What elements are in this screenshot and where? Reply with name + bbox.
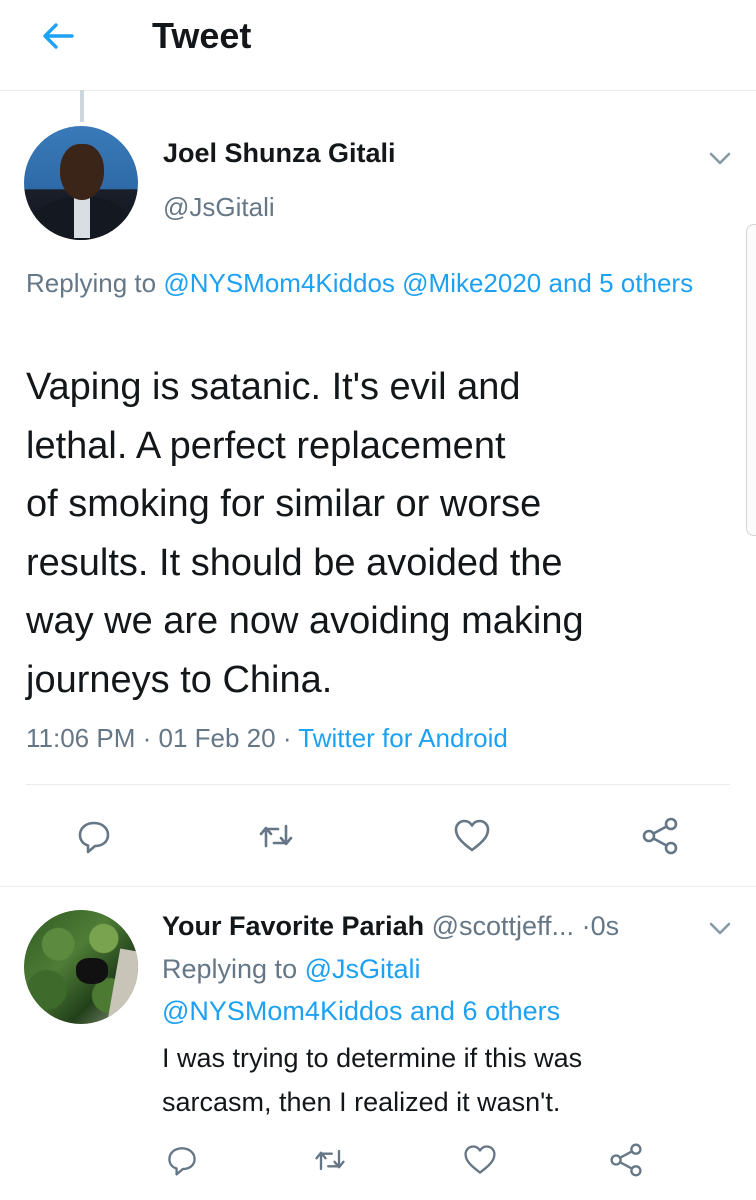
retweet-button[interactable] bbox=[252, 812, 300, 860]
tweet-text-line: results. It should be avoided the bbox=[26, 541, 563, 584]
like-icon bbox=[464, 1145, 496, 1174]
tweet-text-line: journeys to China. bbox=[26, 658, 333, 701]
share-icon bbox=[610, 1143, 642, 1177]
avatar[interactable] bbox=[24, 910, 138, 1024]
reply-text-line: sarcasm, then I realized it wasn't. bbox=[162, 1087, 561, 1117]
back-button[interactable] bbox=[34, 12, 82, 60]
chevron-down-icon bbox=[709, 922, 731, 935]
tweet-text: Vaping is satanic. It's evil and lethal.… bbox=[26, 358, 726, 709]
reply-time: 0s bbox=[590, 911, 620, 941]
divider bbox=[26, 784, 730, 785]
retweet-button[interactable] bbox=[306, 1136, 354, 1184]
meta-separator: · bbox=[282, 723, 292, 753]
reply-header: Your Favorite Pariah @scottjeff... ·0s bbox=[162, 906, 702, 946]
retweet-icon bbox=[259, 824, 293, 848]
like-button[interactable] bbox=[448, 812, 496, 860]
author-name[interactable]: Joel Shunza Gitali bbox=[163, 138, 396, 169]
replying-to-label: Replying to bbox=[162, 954, 305, 984]
tweet-source-link[interactable]: Twitter for Android bbox=[298, 723, 508, 753]
replying-to: Replying to @NYSMom4Kiddos @Mike2020 and… bbox=[26, 262, 746, 304]
retweet-icon bbox=[315, 1149, 345, 1171]
share-button[interactable] bbox=[636, 812, 684, 860]
thread-connector-line bbox=[80, 90, 84, 122]
meta-separator: · bbox=[142, 723, 152, 753]
author-handle[interactable]: @JsGitali bbox=[163, 192, 275, 223]
tweet-text-line: Vaping is satanic. It's evil and bbox=[26, 366, 521, 408]
mention-link[interactable]: @NYSMom4Kiddos bbox=[163, 268, 395, 298]
page-title: Tweet bbox=[152, 15, 252, 56]
avatar[interactable] bbox=[24, 126, 138, 240]
reply-button[interactable] bbox=[158, 1136, 206, 1184]
tweet-time: 11:06 PM bbox=[26, 723, 136, 753]
share-icon bbox=[642, 817, 678, 855]
reply-author-name[interactable]: Your Favorite Pariah bbox=[162, 911, 424, 941]
share-button[interactable] bbox=[602, 1136, 650, 1184]
chevron-down-icon bbox=[709, 152, 731, 165]
reply-text-line: I was trying to determine if this was bbox=[162, 1043, 583, 1073]
arrow-left-icon bbox=[43, 23, 74, 49]
like-icon bbox=[454, 819, 490, 852]
reply-text: I was trying to determine if this was sa… bbox=[162, 1036, 732, 1124]
others-link[interactable]: and 5 others bbox=[549, 268, 694, 298]
replying-to-label: Replying to bbox=[26, 268, 164, 298]
tweet-text-line: of smoking for similar or worse bbox=[26, 483, 542, 525]
top-app-bar: Tweet bbox=[0, 0, 756, 91]
reply-options-button[interactable] bbox=[702, 910, 738, 946]
tweet-options-button[interactable] bbox=[702, 140, 738, 176]
mention-link[interactable]: @Mike2020 bbox=[402, 268, 541, 298]
meta-separator: · bbox=[581, 911, 591, 941]
divider bbox=[0, 886, 756, 887]
reply-icon bbox=[78, 821, 110, 854]
reply-replying-to: Replying to @JsGitali @NYSMom4Kiddos and… bbox=[162, 948, 732, 1032]
tweet-meta: 11:06 PM · 01 Feb 20 · Twitter for Andro… bbox=[26, 716, 726, 760]
reply-button[interactable] bbox=[70, 812, 118, 860]
reply-author-handle[interactable]: @scottjeff... bbox=[432, 911, 574, 941]
tweet-text-line: lethal. A perfect replacement bbox=[26, 424, 506, 467]
mention-link[interactable]: @NYSMom4Kiddos and 6 others bbox=[162, 990, 732, 1032]
reply-icon bbox=[168, 1147, 196, 1176]
tweet-text-line: way we are now avoiding making bbox=[26, 600, 584, 642]
like-button[interactable] bbox=[456, 1136, 504, 1184]
scroll-indicator[interactable] bbox=[746, 224, 756, 536]
tweet-date: 01 Feb 20 bbox=[158, 723, 276, 753]
mention-link[interactable]: @JsGitali bbox=[305, 954, 421, 984]
